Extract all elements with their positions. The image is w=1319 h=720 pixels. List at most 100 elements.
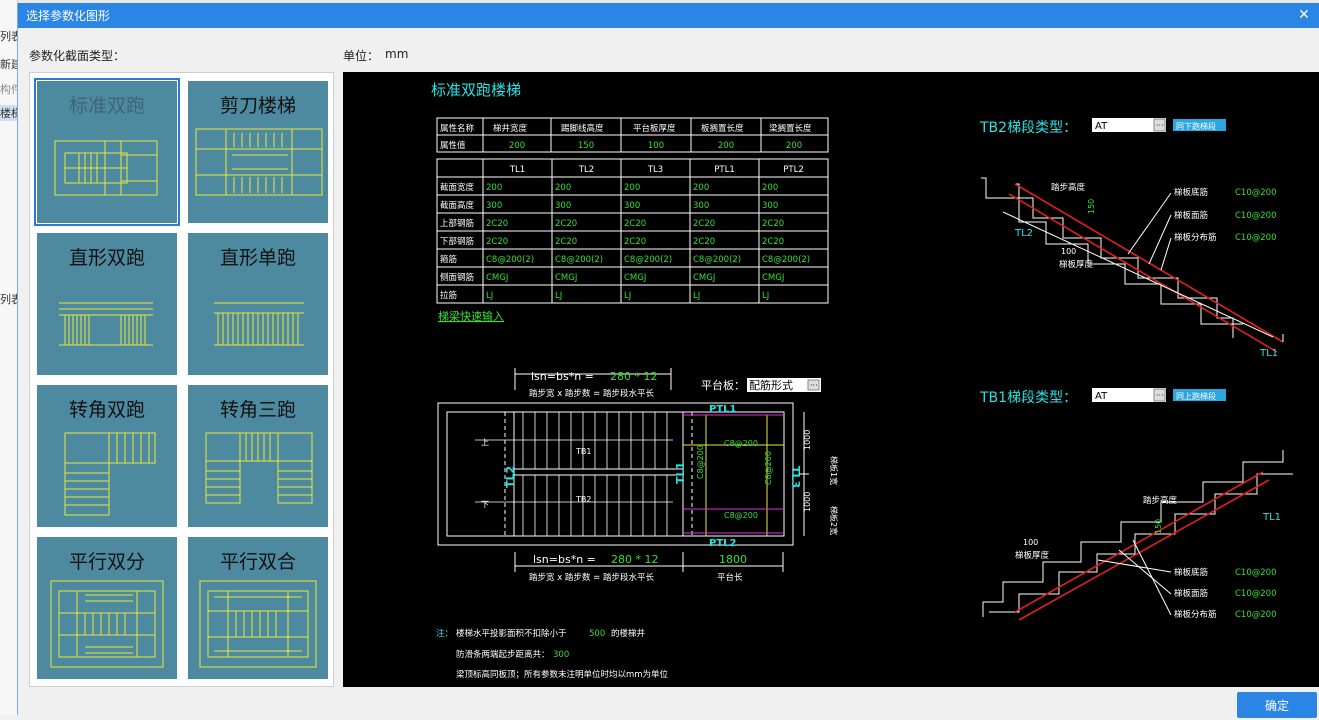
- beam-cell[interactable]: CMGJ: [762, 273, 784, 283]
- plan-tl2-label: TL2: [504, 466, 517, 488]
- beam-cell[interactable]: 200: [762, 183, 778, 193]
- beam-cell[interactable]: 300: [693, 201, 709, 211]
- beam-cell[interactable]: C8@200(2): [555, 255, 603, 265]
- plan-tl3-label: TL3: [789, 466, 802, 488]
- beam-cell[interactable]: LJ: [486, 291, 493, 301]
- tb2-tl-left: TL2: [1014, 228, 1033, 239]
- beam-cell[interactable]: 200: [555, 183, 571, 193]
- beam-cell[interactable]: 2C20: [486, 237, 508, 247]
- tb1-thickness: 梯板厚度: [1015, 550, 1050, 561]
- plan-tb1-label: TB1: [575, 447, 591, 456]
- ok-button[interactable]: 确定: [1237, 692, 1317, 718]
- attr-value[interactable]: 200: [509, 141, 525, 151]
- beam-cell[interactable]: 200: [624, 183, 640, 193]
- platform-length-label: 平台长: [717, 572, 743, 583]
- beam-cell[interactable]: 2C20: [693, 219, 715, 229]
- beam-cell[interactable]: 2C20: [693, 237, 715, 247]
- unit-label: 单位：: [343, 49, 380, 63]
- close-icon[interactable]: ✕: [1296, 7, 1312, 23]
- beam-cell[interactable]: CMGJ: [555, 273, 577, 283]
- unit-value: mm: [385, 47, 409, 61]
- attr-value[interactable]: 200: [786, 141, 802, 151]
- attr-value[interactable]: 100: [648, 141, 664, 151]
- beam-cell[interactable]: CMGJ: [624, 273, 646, 283]
- attr-col: 踢脚线高度: [561, 123, 604, 134]
- tb1-rebar-val3: C10@200: [1235, 610, 1276, 620]
- quick-input-link[interactable]: 梯梁快速输入: [438, 309, 504, 323]
- beam-cell[interactable]: LJ: [555, 291, 562, 301]
- plan-ptl1-label: PTL1: [709, 404, 737, 415]
- tile-straight-single-run[interactable]: 直形单跑: [188, 233, 328, 375]
- beam-cell[interactable]: C8@200(2): [693, 255, 741, 265]
- attr-value[interactable]: 200: [718, 141, 734, 151]
- tb2-top-rebar: 梯板面筋: [1174, 210, 1208, 221]
- cad-drawing: 标准双跑楼梯 属性名称 属性值 梯井宽度 踢脚线高度 平台板厚度 板搁置长度 梁…: [431, 81, 1293, 680]
- tb1-section: TB1梯段类型： AT ··· 同上跑梯段 TL1 踏步高度 150 100 梯…: [979, 388, 1293, 621]
- beam-cell[interactable]: CMGJ: [486, 273, 508, 283]
- tb2-dist-rebar: 梯板分布筋: [1174, 232, 1217, 243]
- tile-parallel-split[interactable]: 平行双分: [37, 537, 177, 679]
- notes-line2-b: 300: [553, 650, 569, 660]
- beam-col-header: PTL2: [783, 165, 803, 175]
- beam-cell[interactable]: 200: [486, 183, 502, 193]
- beam-cell[interactable]: CMGJ: [693, 273, 715, 283]
- tb2-bottom-rebar: 梯板底筋: [1174, 187, 1208, 198]
- attr-col: 梁搁置长度: [769, 123, 812, 134]
- beam-cell[interactable]: 300: [555, 201, 571, 211]
- plan-dim-2: 1000: [803, 492, 812, 512]
- plan-ptl2-label: PTL2: [709, 538, 737, 549]
- beam-cell[interactable]: 300: [486, 201, 502, 211]
- beam-cell[interactable]: LJ: [762, 291, 769, 301]
- beam-cell[interactable]: 300: [624, 201, 640, 211]
- tile-corner-double-run[interactable]: 转角双跑: [37, 385, 177, 527]
- plan-rebar-v2: C8@200: [764, 451, 773, 485]
- beam-cell[interactable]: LJ: [693, 291, 700, 301]
- beam-cell[interactable]: 2C20: [624, 237, 646, 247]
- tb2-same-button-label: 同下跑梯段: [1176, 121, 1216, 131]
- more-dots-icon: ···: [810, 381, 818, 390]
- beam-cell[interactable]: 2C20: [624, 219, 646, 229]
- tb1-tl-right: TL1: [1262, 512, 1281, 523]
- tb1-same-button-label: 同上跑梯段: [1176, 391, 1216, 401]
- beam-row-label: 拉筋: [440, 290, 457, 301]
- beam-cell[interactable]: 2C20: [555, 219, 577, 229]
- beam-cell[interactable]: 2C20: [486, 219, 508, 229]
- tile-straight-double-run[interactable]: 直形双跑: [37, 233, 177, 375]
- notes-line1-a: 楼梯水平投影面积不扣除小于: [456, 628, 567, 639]
- attr-value[interactable]: 150: [578, 141, 594, 151]
- attr-col: 平台板厚度: [633, 123, 676, 134]
- plan-width-2: 梯板2宽: [829, 506, 839, 535]
- beam-cell[interactable]: 200: [693, 183, 709, 193]
- tb1-type-value: AT: [1095, 391, 1108, 402]
- platform-board-label: 平台板：: [701, 378, 745, 392]
- beam-cell[interactable]: 2C20: [762, 237, 784, 247]
- beam-col-header: PTL1: [714, 165, 734, 175]
- platform-length-value: 1800: [719, 553, 747, 566]
- plan-tb2-label: TB2: [575, 495, 591, 504]
- attr-header-name: 属性名称: [440, 123, 475, 134]
- beam-cell[interactable]: C8@200(2): [624, 255, 672, 265]
- shape-thumbnail-list: 标准双跑 剪刀楼梯 直形双跑 直形单跑 转角双跑 转角三跑 平行双分 平行双合: [29, 72, 334, 687]
- beam-cell[interactable]: 300: [762, 201, 778, 211]
- standard-double-run-icon: [54, 140, 158, 196]
- stair-plan-view: lsn=bs*n = 280 * 12 踏步宽 x 踏步数 = 踏步段水平长 平…: [437, 368, 839, 583]
- bg-item: 楼梯: [0, 105, 18, 121]
- beam-cell[interactable]: 2C20: [555, 237, 577, 247]
- tb2-dim-150: 150: [1087, 199, 1096, 214]
- background-app-panel: 列表 新建 构件 楼梯 列表: [0, 0, 18, 715]
- tile-parallel-merge[interactable]: 平行双合: [188, 537, 328, 679]
- notes: 注： 楼梯水平投影面积不扣除小于 500 的楼梯井 防滑条两端起步距离共： 30…: [436, 628, 669, 680]
- beam-row-label: 截面宽度: [440, 182, 475, 193]
- beam-cell[interactable]: C8@200(2): [762, 255, 810, 265]
- beam-cell[interactable]: 2C20: [762, 219, 784, 229]
- tb2-rebar-val2: C10@200: [1235, 211, 1276, 221]
- tile-scissor-stair[interactable]: 剪刀楼梯: [188, 81, 328, 223]
- beam-cell[interactable]: C8@200(2): [486, 255, 534, 265]
- beam-cell[interactable]: LJ: [624, 291, 631, 301]
- notes-line3: 梁顶标高同板顶；所有参数未注明单位时均以mm为单位: [456, 669, 669, 680]
- tile-corner-triple-run[interactable]: 转角三跑: [188, 385, 328, 527]
- notes-line1-b: 500: [589, 629, 605, 639]
- more-dots-icon: ···: [1156, 121, 1164, 130]
- tile-standard-double-run[interactable]: 标准双跑: [34, 78, 180, 226]
- attr-header-value: 属性值: [440, 140, 466, 151]
